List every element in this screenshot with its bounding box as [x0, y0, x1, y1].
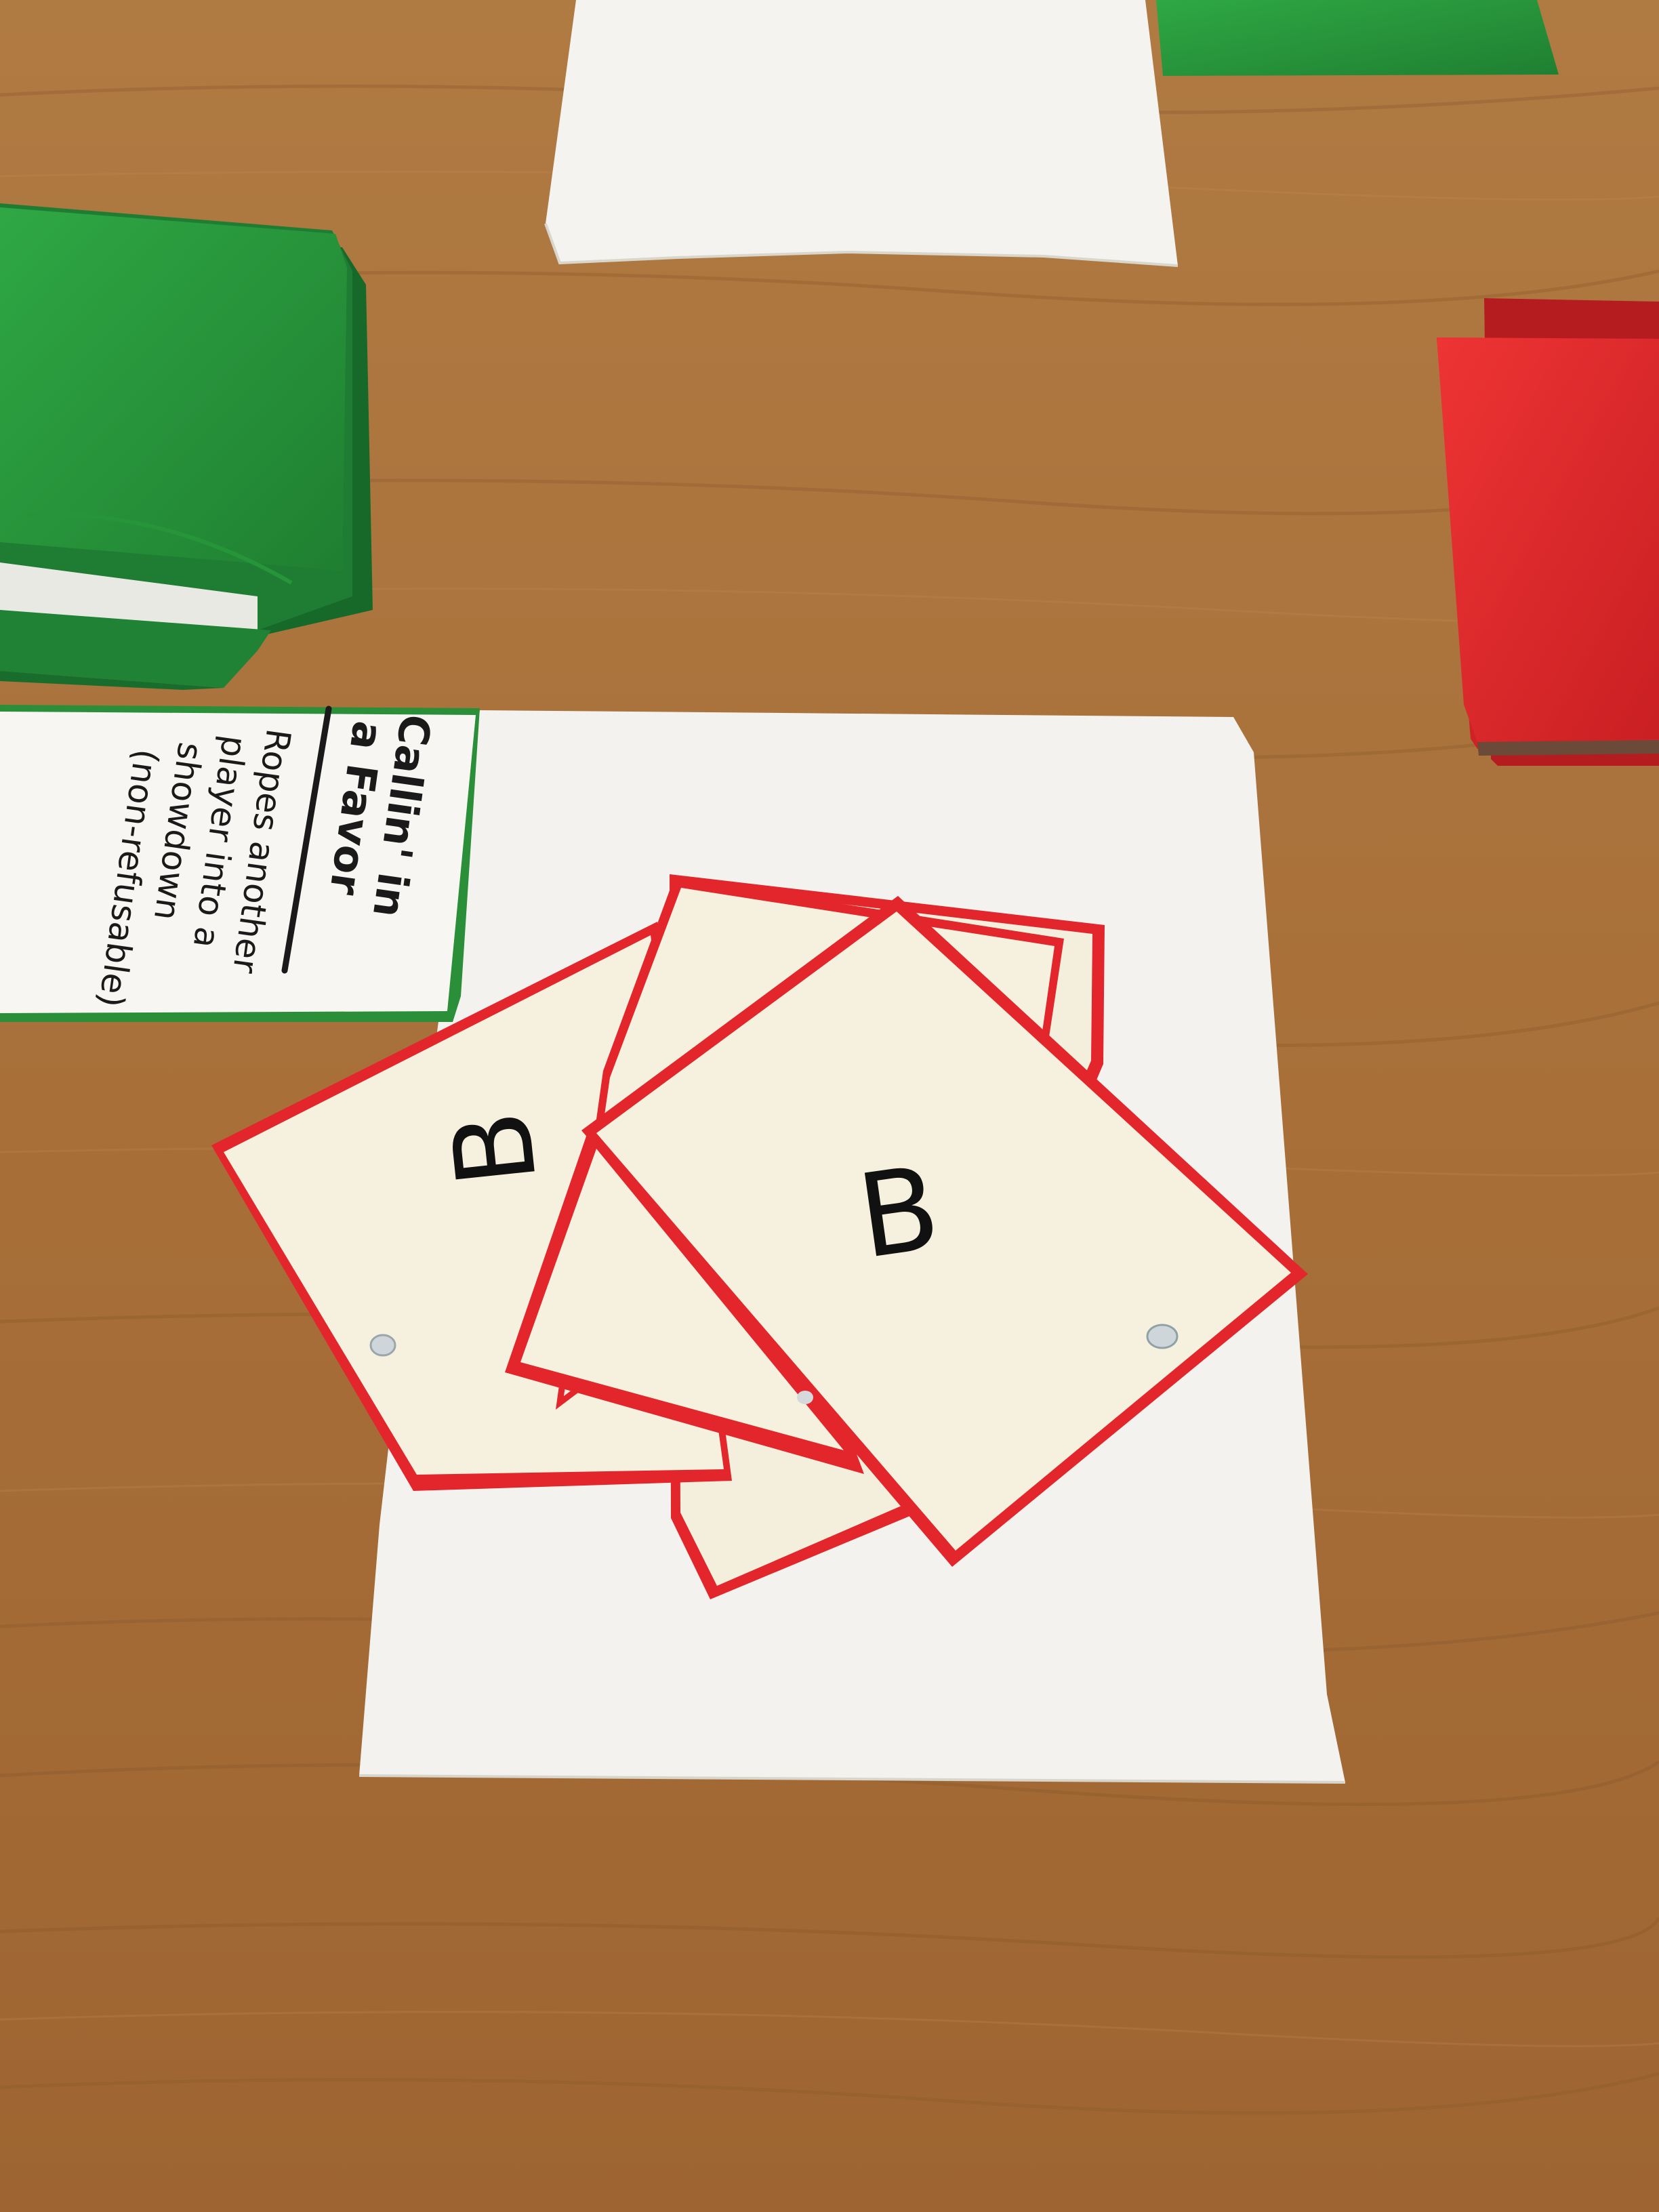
red-card-deck	[1437, 298, 1659, 766]
left-card-letter: B	[427, 1105, 562, 1193]
hologram-sticker	[369, 1334, 396, 1357]
favor-card-text: Callin' in a Favor Ropes another player …	[27, 712, 447, 1017]
wooden-table	[0, 0, 1659, 2212]
top-card-letter: B	[850, 1141, 947, 1286]
top-green-envelope	[1156, 0, 1559, 76]
tabletop-scene: Callin' in a Favor Ropes another player …	[0, 0, 1659, 2212]
green-card-deck	[0, 203, 373, 690]
hologram-sticker	[1146, 1324, 1179, 1349]
hologram-sticker	[797, 1391, 813, 1404]
top-paper-envelope	[546, 0, 1178, 266]
